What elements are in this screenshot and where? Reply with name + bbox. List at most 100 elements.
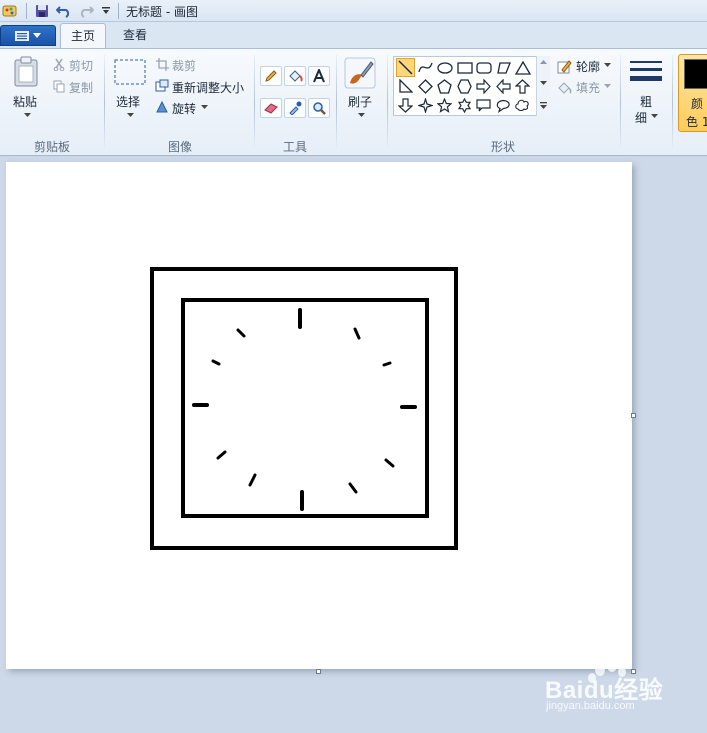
fill-tool[interactable] <box>284 66 306 86</box>
tick-4 <box>384 458 395 468</box>
five-point-star-shape[interactable] <box>435 96 454 115</box>
eraser-tool[interactable] <box>260 98 282 118</box>
ribbon: 粘贴 剪切 复制 剪贴板 选择 裁剪 重新调整大小 旋转 图像 工具 刷子 轮廓… <box>0 48 707 156</box>
text-tool[interactable] <box>308 66 330 86</box>
rounded-rectangle-icon <box>475 61 492 74</box>
select-dropdown-icon[interactable] <box>127 113 134 118</box>
right-arrow-shape[interactable] <box>474 77 493 96</box>
rotate-button[interactable]: 旋转 <box>172 100 196 117</box>
up-arrow-icon <box>515 79 530 94</box>
canvas-resize-handle-right[interactable] <box>631 413 636 418</box>
paste-button[interactable]: 粘贴 <box>13 93 37 110</box>
triangle-icon <box>514 60 531 75</box>
tab-view[interactable]: 查看 <box>112 23 158 47</box>
size-label-bottom[interactable]: 细 <box>635 109 647 126</box>
oval-callout-shape[interactable] <box>494 96 513 115</box>
paste-icon[interactable] <box>12 55 42 89</box>
rectangle-icon <box>456 61 473 74</box>
six-point-star-icon <box>457 98 472 113</box>
scroll-down-icon[interactable] <box>540 81 547 86</box>
canvas-resize-handle-bottom[interactable] <box>316 669 321 674</box>
four-point-star-shape[interactable] <box>416 96 435 115</box>
tick-7 <box>248 473 257 487</box>
crop-icon <box>155 57 169 71</box>
resize-icon <box>155 78 169 92</box>
color1-button[interactable]: 颜 色 1 <box>678 54 707 132</box>
outline-dropdown-icon[interactable] <box>604 63 611 68</box>
clock-drawing <box>150 267 458 550</box>
scroll-up-icon[interactable] <box>540 60 547 65</box>
diamond-shape[interactable] <box>416 77 435 96</box>
down-arrow-shape[interactable] <box>396 96 415 115</box>
rect-callout-icon <box>476 99 491 112</box>
fill-button[interactable]: 填充 <box>576 79 600 96</box>
curve-icon <box>418 62 433 73</box>
left-arrow-icon <box>496 79 511 94</box>
color-picker-tool[interactable] <box>284 98 306 118</box>
hexagon-shape[interactable] <box>455 77 474 96</box>
clock-ticks <box>192 308 417 511</box>
right-triangle-icon <box>399 79 413 93</box>
triangle-shape[interactable] <box>513 58 532 77</box>
magnifier-tool[interactable] <box>308 98 330 118</box>
brush-icon[interactable] <box>344 57 376 89</box>
four-point-star-icon <box>418 98 433 113</box>
cut-button[interactable]: 剪切 <box>69 57 93 74</box>
cut-icon <box>52 57 66 71</box>
outline-button[interactable]: 轮廓 <box>576 58 600 75</box>
tab-home[interactable]: 主页 <box>60 23 106 49</box>
customize-dropdown-icon[interactable] <box>98 3 114 19</box>
cloud-callout-shape[interactable] <box>513 96 532 115</box>
rectangle-shape[interactable] <box>455 58 474 77</box>
crop-button[interactable]: 裁剪 <box>172 57 196 74</box>
oval-shape[interactable] <box>435 58 454 77</box>
paste-dropdown-icon[interactable] <box>24 113 31 118</box>
left-arrow-shape[interactable] <box>494 77 513 96</box>
ribbon-tabs: 主页 查看 <box>0 22 707 49</box>
select-icon[interactable] <box>114 59 146 85</box>
select-button[interactable]: 选择 <box>116 93 140 110</box>
right-triangle-shape[interactable] <box>396 77 415 96</box>
size-dropdown-icon[interactable] <box>651 114 658 119</box>
curve-shape[interactable] <box>416 58 435 77</box>
six-point-star-shape[interactable] <box>455 96 474 115</box>
tick-10 <box>211 359 221 366</box>
shapes-gallery-scrollbar[interactable] <box>536 56 550 116</box>
pentagon-shape[interactable] <box>435 77 454 96</box>
undo-icon[interactable] <box>56 3 72 19</box>
rotate-dropdown-icon[interactable] <box>201 105 208 110</box>
resize-button[interactable]: 重新调整大小 <box>172 79 244 96</box>
right-arrow-icon <box>476 79 491 94</box>
save-icon[interactable] <box>34 3 50 19</box>
tick-2 <box>382 361 392 367</box>
rotate-icon <box>155 99 169 113</box>
size-label-top[interactable]: 粗 <box>640 93 652 110</box>
rect-callout-shape[interactable] <box>474 96 493 115</box>
gallery-expand-icon[interactable] <box>540 102 547 109</box>
shapes-group-label: 形状 <box>490 140 515 154</box>
text-icon <box>313 69 325 83</box>
up-arrow-shape[interactable] <box>513 77 532 96</box>
fill-bucket-icon <box>289 70 303 82</box>
image-group-label: 图像 <box>167 140 192 154</box>
polygon-shape[interactable] <box>494 58 513 77</box>
cloud-callout-icon <box>515 99 529 112</box>
file-menu-button[interactable] <box>0 25 56 46</box>
oval-icon <box>436 61 453 74</box>
brushes-button[interactable]: 刷子 <box>348 93 372 110</box>
line-shape[interactable] <box>396 58 415 77</box>
copy-button[interactable]: 复制 <box>69 79 93 96</box>
line-size-icon[interactable] <box>629 59 663 87</box>
paint-app-icon[interactable] <box>2 3 18 19</box>
pencil-tool[interactable] <box>260 66 282 86</box>
shapes-gallery[interactable] <box>393 56 550 116</box>
fill-dropdown-icon[interactable] <box>604 84 611 89</box>
drawing-canvas[interactable] <box>6 162 632 669</box>
diamond-icon <box>418 79 433 94</box>
inner-frame <box>181 298 429 518</box>
redo-icon[interactable] <box>78 3 94 19</box>
rounded-rectangle-shape[interactable] <box>474 58 493 77</box>
workspace <box>0 157 707 733</box>
brushes-dropdown-icon[interactable] <box>358 113 365 118</box>
color1-label-bottom: 色 1 <box>686 115 707 129</box>
